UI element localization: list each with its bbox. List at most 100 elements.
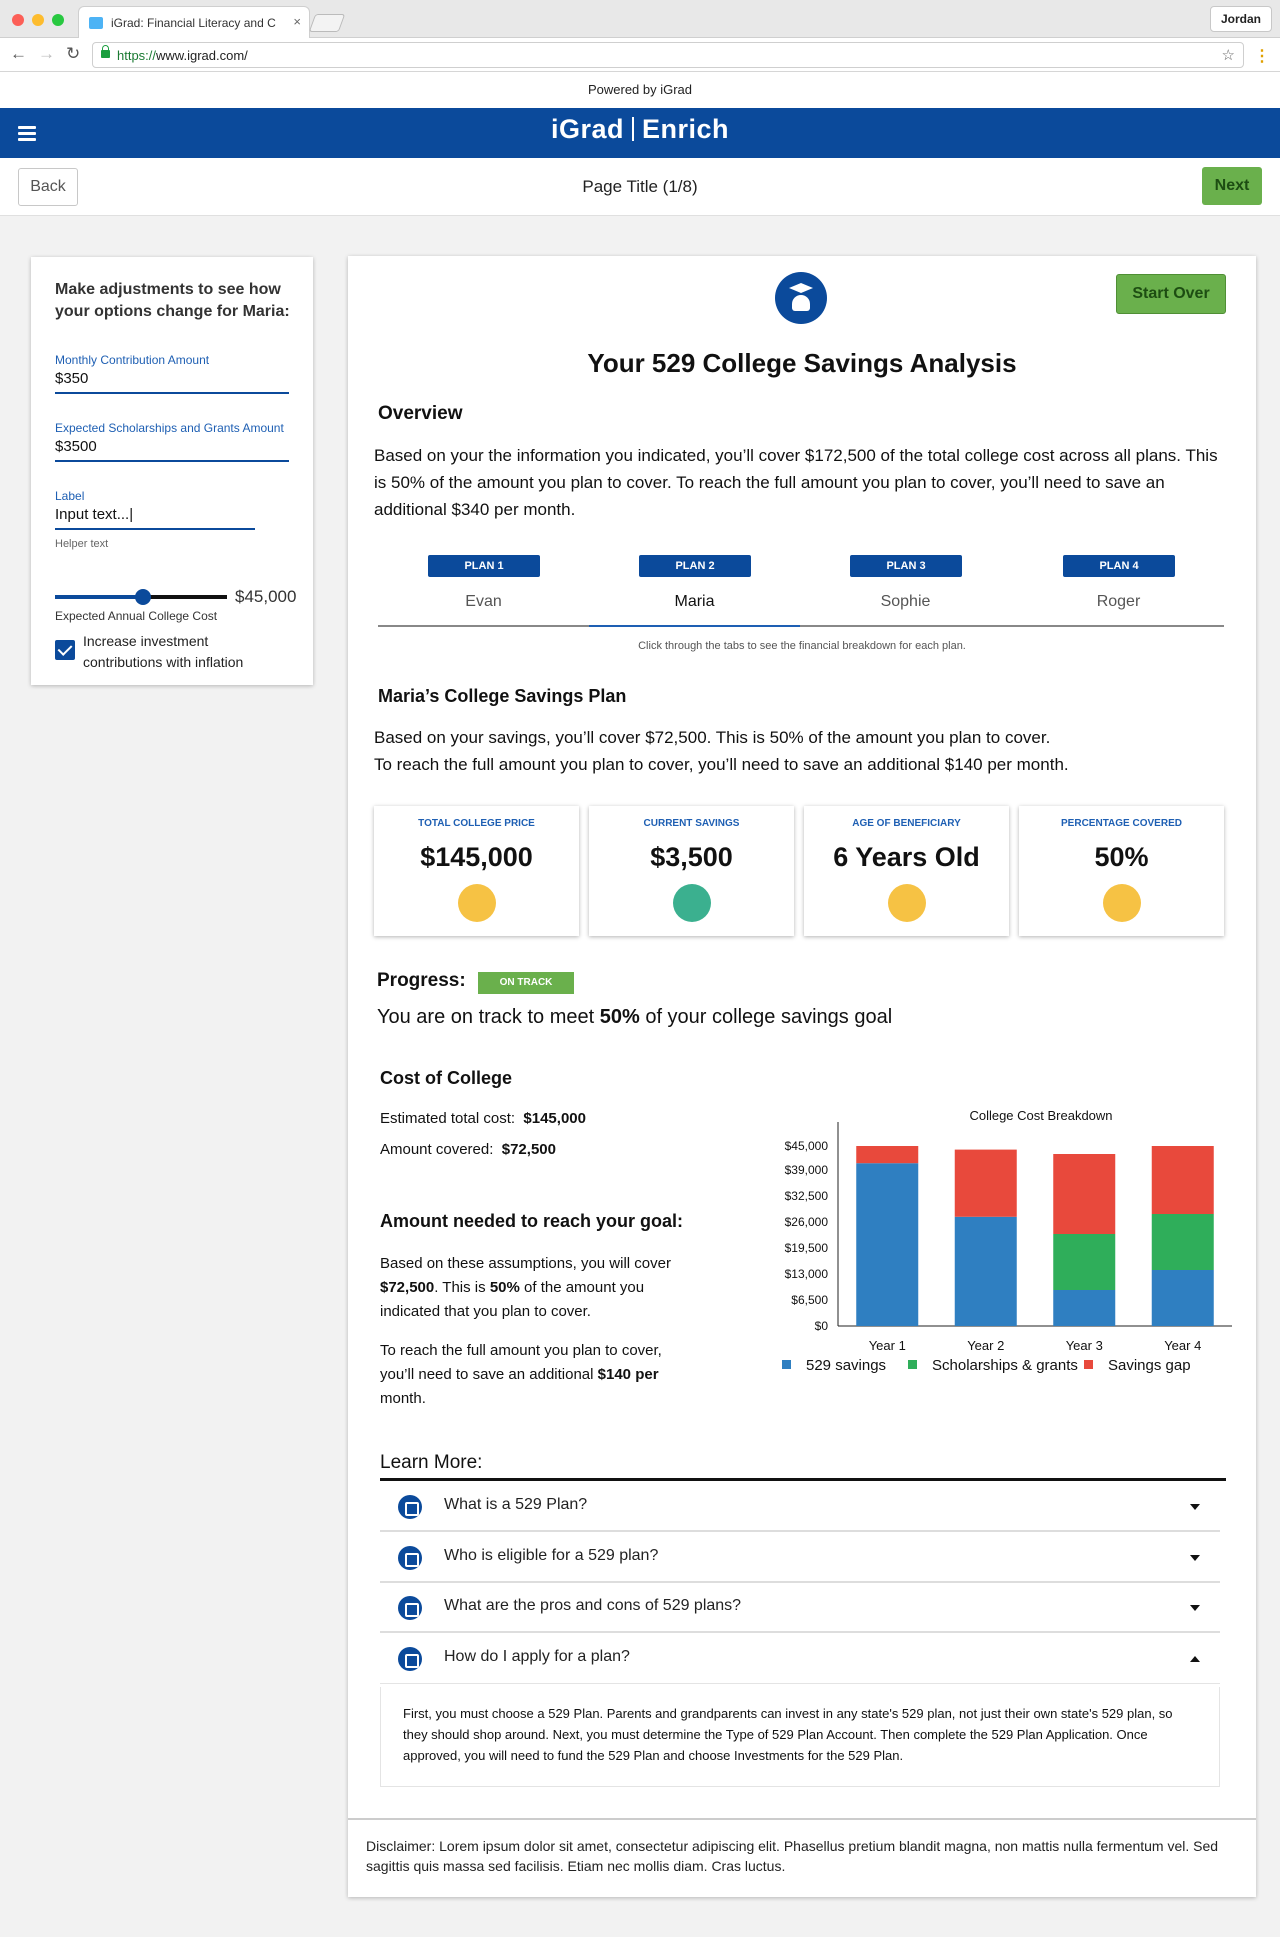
status-badge: ON TRACK <box>478 972 574 994</box>
stat-value: 50% <box>1094 842 1149 872</box>
chevron-down-icon <box>1190 1555 1200 1561</box>
profile-button[interactable]: Jordan <box>1209 6 1272 32</box>
stat-current-savings: CURRENT SAVINGS $3,500 <box>589 806 794 936</box>
slider-fill <box>55 595 143 599</box>
goal-text-1: Based on these assumptions, you will cov… <box>380 1255 671 1320</box>
tab-plan-1[interactable]: PLAN 1 Evan <box>378 555 589 625</box>
label-field[interactable]: Label Input text...| Helper text <box>55 489 255 550</box>
disclaimer: Disclaimer: Lorem ipsum dolor sit amet, … <box>348 1818 1256 1897</box>
bar-segment-savings-gap <box>1053 1154 1116 1234</box>
lock-icon <box>101 45 110 58</box>
tag-dollar-icon <box>398 1546 422 1570</box>
plan-name: Maria <box>674 593 715 610</box>
maximize-window-icon[interactable] <box>52 14 64 26</box>
x-tick-label: Year 2 <box>967 1338 1004 1353</box>
faq-item-how-to-apply[interactable]: How do I apply for a plan? <box>380 1634 1220 1684</box>
analysis-title: Your 529 College Savings Analysis <box>587 348 1017 378</box>
monthly-contribution-input[interactable]: $350 <box>55 370 289 394</box>
bar-segment-529-savings <box>1053 1290 1116 1326</box>
estimated-cost: Estimated total cost: $145,000 <box>380 1110 586 1127</box>
plan-pill: PLAN 1 <box>428 555 540 577</box>
page-title: Page Title (1/8) <box>582 177 698 196</box>
browser-chrome: iGrad: Financial Literacy and C × Jordan… <box>0 0 1280 72</box>
faq-question: How do I apply for a plan? <box>444 1648 630 1665</box>
helper-text: Helper text <box>55 538 109 550</box>
scholarships-input[interactable]: $3500 <box>55 438 289 462</box>
faq-item-eligibility[interactable]: Who is eligible for a 529 plan? <box>380 1533 1220 1583</box>
stat-label: PERCENTAGE COVERED <box>1061 818 1182 829</box>
tag-dollar-icon <box>398 1596 422 1620</box>
chevron-down-icon <box>1190 1504 1200 1510</box>
browser-tab-title: iGrad: Financial Literacy and C <box>111 16 276 30</box>
analysis-card: Start Over Your 529 College Savings Anal… <box>348 256 1256 1897</box>
back-arrow-icon[interactable]: ← <box>10 44 27 64</box>
y-tick-label: $13,000 <box>785 1267 829 1281</box>
piggy-bank-icon <box>673 884 711 922</box>
minimize-window-icon[interactable] <box>32 14 44 26</box>
plan-name: Roger <box>1096 593 1141 610</box>
plan-name: Evan <box>465 593 502 610</box>
faq-item-pros-cons[interactable]: What are the pros and cons of 529 plans? <box>380 1583 1220 1633</box>
learn-more-heading: Learn More: <box>380 1452 1226 1481</box>
tab-plan-2[interactable]: PLAN 2 Maria <box>589 555 800 627</box>
adjustments-panel: Make adjustments to see how your options… <box>31 257 313 685</box>
stat-label: CURRENT SAVINGS <box>643 818 740 829</box>
y-tick-label: $26,000 <box>785 1215 829 1229</box>
next-button[interactable]: Next <box>1202 167 1262 205</box>
close-window-icon[interactable] <box>12 14 24 26</box>
faq-question: What is a 529 Plan? <box>444 1496 588 1513</box>
chart-title: College Cost Breakdown <box>969 1108 1112 1123</box>
faq-item-what-is-529[interactable]: What is a 529 Plan? <box>380 1482 1220 1532</box>
plan-tabs: PLAN 1 Evan PLAN 2 Maria PLAN 3 Sophie P… <box>378 555 1224 627</box>
field-label: Expected Scholarships and Grants Amount <box>55 421 284 435</box>
tab-plan-4[interactable]: PLAN 4 Roger <box>1013 555 1224 625</box>
reload-icon[interactable]: ↻ <box>66 44 80 64</box>
y-tick-label: $6,500 <box>791 1293 828 1307</box>
document-list-icon <box>398 1647 422 1671</box>
scholarships-field[interactable]: Expected Scholarships and Grants Amount … <box>55 421 289 462</box>
progress-text: You are on track to meet 50% of your col… <box>377 1006 893 1028</box>
plan-text-1: Based on your savings, you’ll cover $72,… <box>374 728 1051 747</box>
inflation-checkbox[interactable] <box>55 640 75 660</box>
y-tick-label: $45,000 <box>785 1139 829 1153</box>
x-tick-label: Year 1 <box>869 1338 906 1353</box>
forward-arrow-icon[interactable]: → <box>38 44 55 64</box>
plan-pill: PLAN 2 <box>639 555 751 577</box>
bar-segment-529-savings <box>1151 1270 1214 1326</box>
stat-value: $3,500 <box>650 842 733 872</box>
graduate-person-icon <box>888 884 926 922</box>
legend-swatch <box>1084 1360 1093 1369</box>
goal-heading: Amount needed to reach your goal: <box>380 1211 684 1231</box>
inflation-checkbox-label[interactable]: Increase investment contributions with i… <box>83 631 283 673</box>
stat-value: 6 Years Old <box>833 842 980 872</box>
browser-menu-icon[interactable]: ⋮ <box>1254 46 1270 66</box>
close-tab-icon[interactable]: × <box>293 14 301 29</box>
y-tick-label: $32,500 <box>785 1189 829 1203</box>
y-tick-label: $19,500 <box>785 1241 829 1255</box>
cost-heading: Cost of College <box>380 1068 513 1088</box>
slider-value: $45,000 <box>235 587 297 606</box>
bar-segment-savings-gap <box>1151 1146 1214 1214</box>
piggy-gauge-icon <box>398 1495 422 1519</box>
powered-by: Powered by iGrad <box>0 72 1280 108</box>
label-input[interactable]: Input text...| <box>55 506 255 530</box>
chevron-down-icon <box>1190 1605 1200 1611</box>
bookmark-star-icon[interactable]: ☆ <box>1222 46 1235 64</box>
faq-answer: First, you must choose a 529 Plan. Paren… <box>380 1687 1220 1787</box>
panel-intro: Make adjustments to see how your options… <box>55 281 290 320</box>
start-over-button[interactable]: Start Over <box>1116 274 1226 314</box>
chevron-up-icon <box>1190 1656 1200 1662</box>
monthly-contribution-field[interactable]: Monthly Contribution Amount $350 <box>55 353 289 394</box>
tab-plan-3[interactable]: PLAN 3 Sophie <box>800 555 1011 625</box>
new-tab-button[interactable] <box>308 14 346 32</box>
browser-tab[interactable]: iGrad: Financial Literacy and C × <box>78 6 310 38</box>
overview-heading: Overview <box>378 403 463 424</box>
stat-label: TOTAL COLLEGE PRICE <box>418 818 535 829</box>
bar-segment-scholarships-grants <box>1053 1234 1116 1290</box>
college-cost-chart: College Cost Breakdown $0 $6,500 $13,000 $19… <box>782 1108 1232 1374</box>
plan-heading: Maria’s College Savings Plan <box>378 686 627 706</box>
slider-thumb[interactable] <box>134 589 151 605</box>
bar-segment-529-savings <box>954 1216 1017 1326</box>
plan-name: Sophie <box>880 593 931 610</box>
address-bar[interactable]: https://www.igrad.com/ ☆ <box>92 42 1244 68</box>
